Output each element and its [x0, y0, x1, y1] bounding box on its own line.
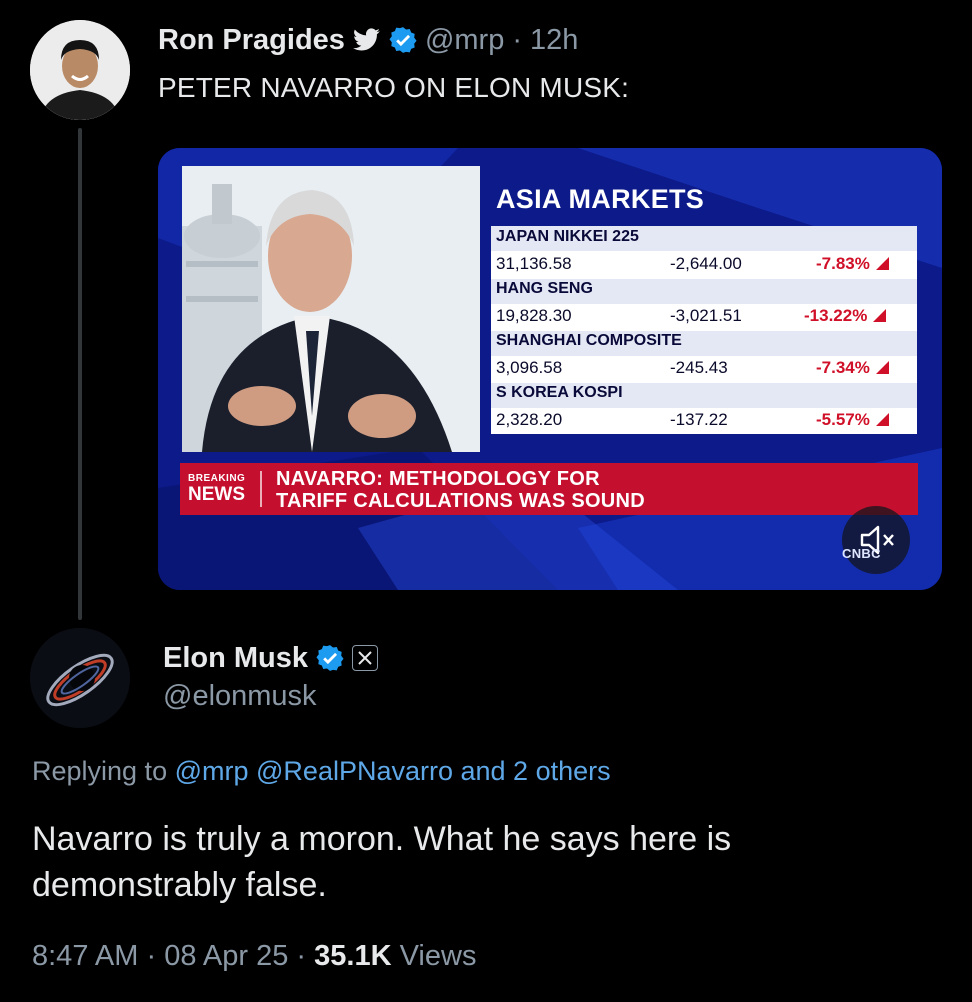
headline-line-1: NAVARRO: METHODOLOGY FOR: [276, 468, 600, 490]
market-change: -3,021.51: [670, 306, 742, 325]
separator-dot: ·: [512, 23, 522, 56]
ticker-divider: [260, 471, 262, 507]
market-change: -245.43: [670, 358, 728, 377]
board-title: ASIA MARKETS: [496, 184, 705, 214]
separator-dot: ·: [146, 940, 157, 972]
verified-badge-icon: [389, 27, 417, 53]
original-tweet-text: PETER NAVARRO ON ELON MUSK:: [158, 72, 630, 103]
replying-to-links[interactable]: @mrp @RealPNavarro and 2 others: [175, 756, 611, 786]
breaking-news-ticker: BREAKING NEWS NAVARRO: METHODOLOGY FOR T…: [180, 463, 918, 515]
market-percent: -7.83%: [816, 254, 889, 274]
percent-text: -7.83%: [816, 254, 870, 273]
tweet-time[interactable]: 12h: [530, 24, 578, 57]
speaker-muted-icon: [860, 525, 894, 555]
tweet-time[interactable]: 8:47 AM: [32, 940, 138, 972]
tweet-meta: 8:47 AM · 08 Apr 25 · 35.1K Views: [32, 940, 476, 973]
news-label: NEWS: [188, 484, 245, 505]
down-triangle-icon: [875, 413, 889, 426]
market-value: 3,096.58: [496, 358, 563, 377]
market-value: 31,136.58: [496, 254, 572, 273]
replying-to-line: Replying to @mrp @RealPNavarro and 2 oth…: [32, 756, 611, 787]
speaker-video-feed: [182, 166, 480, 452]
avatar-ron-pragides[interactable]: [30, 20, 130, 120]
market-value: 19,828.30: [496, 306, 572, 325]
speaker-image: [182, 166, 480, 452]
thread-connector-line: [78, 128, 82, 620]
market-name: HANG SENG: [496, 280, 593, 297]
headline-line-2: TARIFF CALCULATIONS WAS SOUND: [276, 490, 646, 512]
separator-dot: ·: [296, 940, 307, 972]
views-count[interactable]: 35.1K: [314, 940, 391, 972]
x-affiliate-badge-icon: [352, 645, 379, 671]
views-label: Views: [399, 940, 477, 972]
cnbc-logo: CNBC: [842, 546, 881, 561]
down-triangle-icon: [873, 309, 887, 322]
original-tweet-header: Ron Pragides @mrp · 12h: [158, 22, 578, 58]
breaking-label: BREAKING: [188, 473, 246, 484]
market-name: SHANGHAI COMPOSITE: [496, 332, 682, 349]
mute-button[interactable]: [842, 506, 910, 574]
percent-text: -13.22%: [804, 306, 868, 325]
reply-text: Navarro is truly a moron. What he says h…: [32, 820, 732, 904]
tweet-date[interactable]: 08 Apr 25: [164, 940, 288, 972]
author-handle[interactable]: @mrp: [425, 24, 504, 57]
reply-author-handle[interactable]: @elonmusk: [163, 680, 317, 713]
percent-text: -7.34%: [816, 358, 870, 377]
avatar-image: [30, 628, 130, 728]
verified-badge-icon: [316, 645, 344, 671]
market-percent: -13.22%: [804, 306, 887, 326]
ticker-headline: NAVARRO: METHODOLOGY FOR TARIFF CALCULAT…: [276, 468, 645, 512]
market-change: -137.22: [670, 410, 728, 429]
reply-header: Elon Musk: [163, 640, 379, 676]
down-triangle-icon: [875, 257, 889, 270]
market-percent: -5.57%: [816, 410, 889, 430]
reply-author-name[interactable]: Elon Musk: [163, 642, 308, 675]
twitter-bird-icon: [352, 28, 380, 51]
market-percent: -7.34%: [816, 358, 889, 378]
percent-text: -5.57%: [816, 410, 870, 429]
replying-prefix: Replying to: [32, 756, 168, 786]
market-name: JAPAN NIKKEI 225: [496, 228, 639, 245]
video-player[interactable]: ASIA MARKETS JAPAN NIKKEI 225 31,136.58 …: [158, 148, 942, 590]
author-name[interactable]: Ron Pragides: [158, 24, 345, 57]
avatar-elon-musk[interactable]: [30, 628, 130, 728]
market-value: 2,328.20: [496, 410, 563, 429]
market-name: S KOREA KOSPI: [496, 384, 623, 401]
market-change: -2,644.00: [670, 254, 742, 273]
down-triangle-icon: [875, 361, 889, 374]
avatar-image: [30, 20, 130, 120]
